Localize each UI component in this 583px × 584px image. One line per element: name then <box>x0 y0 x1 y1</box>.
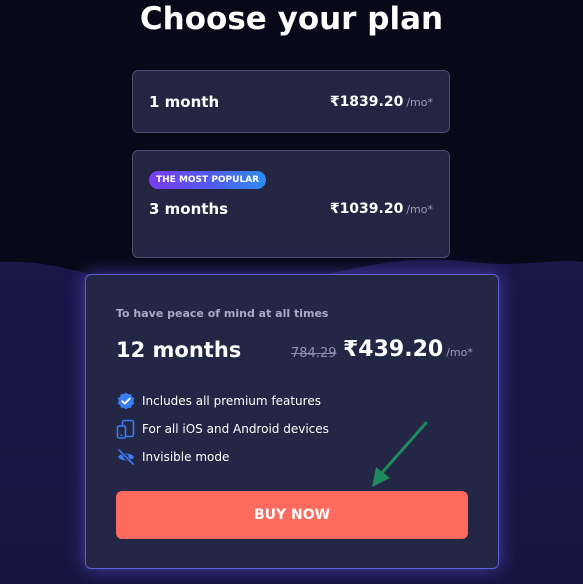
page-title: Choose your plan <box>139 1 444 37</box>
eye-off-icon <box>117 448 135 466</box>
plan-name: 1 month <box>149 93 220 111</box>
old-price: 784.29 <box>291 346 337 361</box>
plan-price: ₹1839.20/mo* <box>330 94 433 110</box>
verified-check-icon <box>117 392 135 410</box>
plan-price: ₹439.20/mo* <box>343 337 473 362</box>
plan-tagline: To have peace of mind at all times <box>116 307 329 320</box>
buy-now-button[interactable]: BUY NOW <box>116 491 468 539</box>
feature-label: Includes all premium features <box>142 394 321 408</box>
feature-label: For all iOS and Android devices <box>142 422 329 436</box>
feature-item: For all iOS and Android devices <box>116 419 329 439</box>
annotation-arrow-icon <box>372 421 428 487</box>
price-value: ₹1039.20 <box>329 201 404 217</box>
price-value: ₹439.20 <box>343 337 444 362</box>
feature-label: Invisible mode <box>142 450 230 464</box>
devices-icon <box>116 419 135 439</box>
plan-card-12-months[interactable]: To have peace of mind at all times 12 mo… <box>85 274 499 569</box>
per-month-label: /mo* <box>406 203 433 216</box>
most-popular-badge: THE MOST POPULAR <box>149 171 267 189</box>
per-month-label: /mo* <box>446 346 473 359</box>
plan-price: ₹1039.20/mo* <box>330 201 433 217</box>
per-month-label: /mo* <box>406 96 433 109</box>
price-value: ₹1839.20 <box>329 94 404 110</box>
feature-item: Invisible mode <box>116 447 229 467</box>
feature-item: Includes all premium features <box>116 391 321 411</box>
plan-name: 12 months <box>116 338 242 362</box>
plan-card-3-months[interactable]: THE MOST POPULAR 3 months ₹1039.20/mo* <box>132 150 450 258</box>
plan-card-1-month[interactable]: 1 month ₹1839.20/mo* <box>132 70 450 133</box>
plan-name: 3 months <box>149 200 229 218</box>
